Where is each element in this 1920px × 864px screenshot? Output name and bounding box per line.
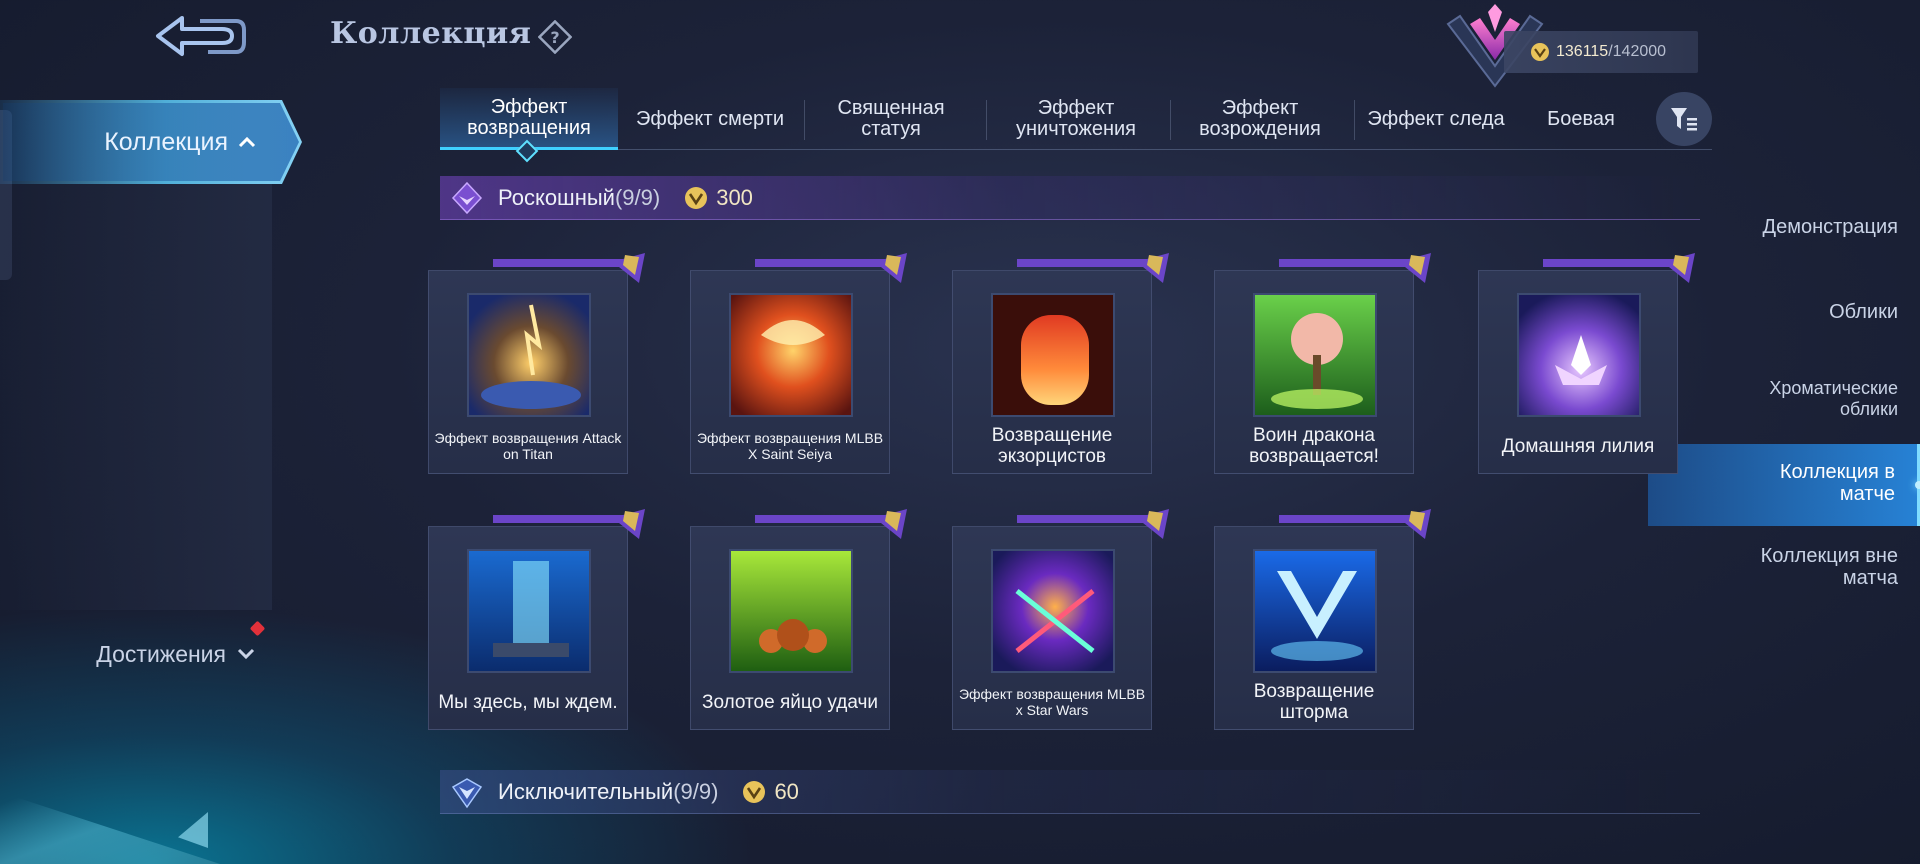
section-points: 60 <box>742 778 799 805</box>
item-label: Домашняя лилия <box>1501 435 1655 457</box>
tab-respawn-effect[interactable]: Эффект возрождения <box>1172 88 1348 150</box>
points-max: 142000 <box>1612 43 1667 60</box>
page-title: Коллекция <box>330 16 532 51</box>
filter-icon <box>1671 108 1697 131</box>
item-label: Золотое яйцо удачи <box>701 691 878 713</box>
item-thumbnail <box>467 549 591 673</box>
sidebar-achievements[interactable]: Достижения <box>0 636 290 672</box>
section-points: 300 <box>684 185 753 211</box>
luxury-banner-icon <box>1279 253 1431 283</box>
item-label: Возвращение экзорцистов <box>991 425 1113 467</box>
sidebar-collection-main[interactable]: Коллекция <box>0 100 302 184</box>
background-triangle <box>178 812 208 848</box>
tab-separator <box>1170 100 1171 140</box>
points-current: 136115 <box>1556 43 1609 60</box>
section-count: (9/9) <box>614 184 661 210</box>
background-shard <box>0 792 220 864</box>
chevron-up-icon <box>238 136 256 148</box>
luxury-banner-icon <box>1279 509 1431 539</box>
luxury-banner-icon <box>493 253 645 283</box>
collection-points: 136115/142000 <box>1504 31 1698 73</box>
collection-item-card[interactable]: Эффект возвращения MLBB x Star Wars <box>952 509 1169 730</box>
item-label: Эффект возвращения MLBB x Star Wars <box>958 686 1146 718</box>
tab-sacred-statue[interactable]: Священная статуя <box>806 88 976 150</box>
coin-icon <box>743 780 766 803</box>
collection-item-card[interactable]: Возвращение шторма <box>1214 509 1431 730</box>
luxury-banner-icon <box>1017 253 1169 283</box>
collection-item-card[interactable]: Воин дракона возвращается! <box>1214 253 1431 474</box>
section-header-exceptional: Исключительный (9/9) 60 <box>440 770 1700 814</box>
section-header-luxurious: Роскошный (9/9) 300 <box>440 176 1700 220</box>
item-label: Возвращение шторма <box>1253 681 1375 723</box>
tab-battle[interactable]: Боевая <box>1518 88 1644 150</box>
category-tabs: Эффект возвращения Эффект смерти Священн… <box>440 88 1712 150</box>
collection-item-card[interactable]: Домашняя лилия <box>1478 253 1695 474</box>
collection-item-card[interactable]: Эффект возвращения Attack on Titan <box>428 253 645 474</box>
coin-icon <box>1531 43 1549 61</box>
item-label: Эффект возвращения MLBB X Saint Seiya <box>696 430 884 462</box>
sidebar-achievements-label: Достижения <box>96 640 226 667</box>
item-thumbnail <box>1253 293 1377 417</box>
item-label: Мы здесь, мы ждем. <box>438 691 618 713</box>
help-icon[interactable]: ? <box>538 20 572 54</box>
tab-separator <box>1354 100 1355 140</box>
notification-dot <box>249 620 266 637</box>
sidebar-panel <box>0 184 272 610</box>
item-thumbnail <box>991 549 1115 673</box>
tab-elimination-effect[interactable]: Эффект уничтожения <box>988 88 1164 150</box>
sidebar-item-out-match[interactable]: Коллекция вне матча <box>1648 545 1920 591</box>
tab-separator <box>804 100 805 140</box>
diamond-purple-icon <box>451 181 483 214</box>
sidebar-item-in-match[interactable]: Коллекция в матче <box>1648 444 1920 526</box>
diamond-blue-icon <box>451 777 483 808</box>
section-name: Роскошный <box>498 184 615 210</box>
sidebar-item-skins[interactable]: Облики <box>1648 301 1920 323</box>
item-label: Воин дракона возвращается! <box>1249 425 1379 467</box>
item-thumbnail <box>729 549 853 673</box>
tab-trail-effect[interactable]: Эффект следа <box>1356 88 1516 150</box>
sidebar-item-chromatic-skins[interactable]: Хроматические облики <box>1720 378 1920 420</box>
collection-item-card[interactable]: Возвращение экзорцистов <box>952 253 1169 474</box>
item-thumbnail <box>467 293 591 417</box>
svg-text:?: ? <box>550 28 559 47</box>
item-thumbnail <box>729 293 853 417</box>
luxury-banner-icon <box>755 253 907 283</box>
item-label: Эффект возвращения Attack on Titan <box>434 430 622 462</box>
luxury-banner-icon <box>1543 253 1695 283</box>
section-name: Исключительный <box>498 778 674 804</box>
collection-item-card[interactable]: Золотое яйцо удачи <box>690 509 907 730</box>
section-points-value: 300 <box>716 184 753 210</box>
tab-separator <box>986 100 987 140</box>
back-button[interactable] <box>150 12 250 62</box>
luxury-banner-icon <box>755 509 907 539</box>
item-thumbnail <box>991 293 1115 417</box>
luxury-banner-icon <box>1017 509 1169 539</box>
item-thumbnail <box>1253 549 1377 673</box>
sidebar-main-label: Коллекция <box>104 127 228 156</box>
section-count: (9/9) <box>673 778 719 804</box>
collection-item-card[interactable]: Мы здесь, мы ждем. <box>428 509 645 730</box>
chevron-down-icon <box>237 648 255 660</box>
collection-item-card[interactable]: Эффект возвращения MLBB X Saint Seiya <box>690 253 907 474</box>
coin-icon <box>685 186 708 209</box>
filter-button[interactable] <box>1656 92 1712 146</box>
section-points-value: 60 <box>774 778 799 804</box>
tab-death-effect[interactable]: Эффект смерти <box>618 88 802 150</box>
item-thumbnail <box>1517 293 1641 417</box>
luxury-banner-icon <box>493 509 645 539</box>
back-arrow-icon <box>156 16 246 56</box>
